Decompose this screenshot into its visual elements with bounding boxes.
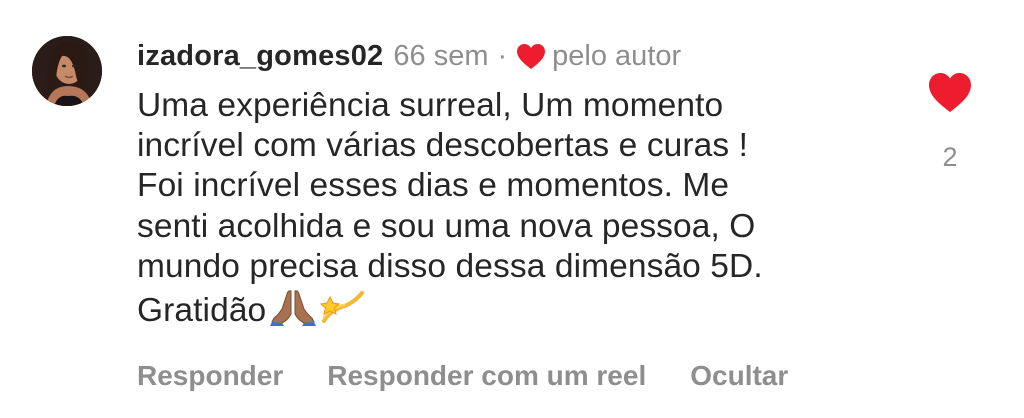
like-button[interactable] xyxy=(928,72,972,114)
comment-actions: Responder Responder com um reel Ocultar xyxy=(137,356,788,396)
username[interactable]: izadora_gomes02 xyxy=(137,40,383,73)
avatar-image xyxy=(32,36,102,106)
reply-with-reel-button[interactable]: Responder com um reel xyxy=(327,360,646,392)
timestamp: 66 sem xyxy=(393,39,489,72)
comment-text-line-last: Gratidão xyxy=(137,287,877,337)
like-count: 2 xyxy=(942,142,958,172)
heart-icon xyxy=(929,73,971,112)
hide-button[interactable]: Ocultar xyxy=(690,360,788,392)
comment-header: izadora_gomes02 66 sem · pelo autor xyxy=(137,36,681,76)
reply-button[interactable]: Responder xyxy=(137,360,283,392)
separator-dot: · xyxy=(497,39,508,72)
comment-text-line: Foi incrível esses dias e momentos. Me xyxy=(137,167,730,205)
heart-icon xyxy=(516,43,546,71)
comment-text-line: mundo precisa disso dessa dimensão 5D. xyxy=(137,247,763,285)
comment: izadora_gomes02 66 sem · pelo autor Uma … xyxy=(0,0,1024,418)
comment-text-line: Gratidão xyxy=(137,292,267,330)
comment-text-line: incrível com várias descobertas e curas … xyxy=(137,127,749,165)
comment-text-line: Uma experiência surreal, Um momento xyxy=(137,87,724,124)
praying-hands-emoji xyxy=(270,287,317,337)
comment-text: Uma experiência surreal, Um momento incr… xyxy=(137,86,877,337)
liked-by-author-label: pelo autor xyxy=(552,39,682,72)
dizzy-emoji xyxy=(320,287,366,337)
avatar[interactable] xyxy=(32,36,102,106)
comment-text-line: senti acolhida e sou uma nova pessoa, O xyxy=(137,207,756,245)
